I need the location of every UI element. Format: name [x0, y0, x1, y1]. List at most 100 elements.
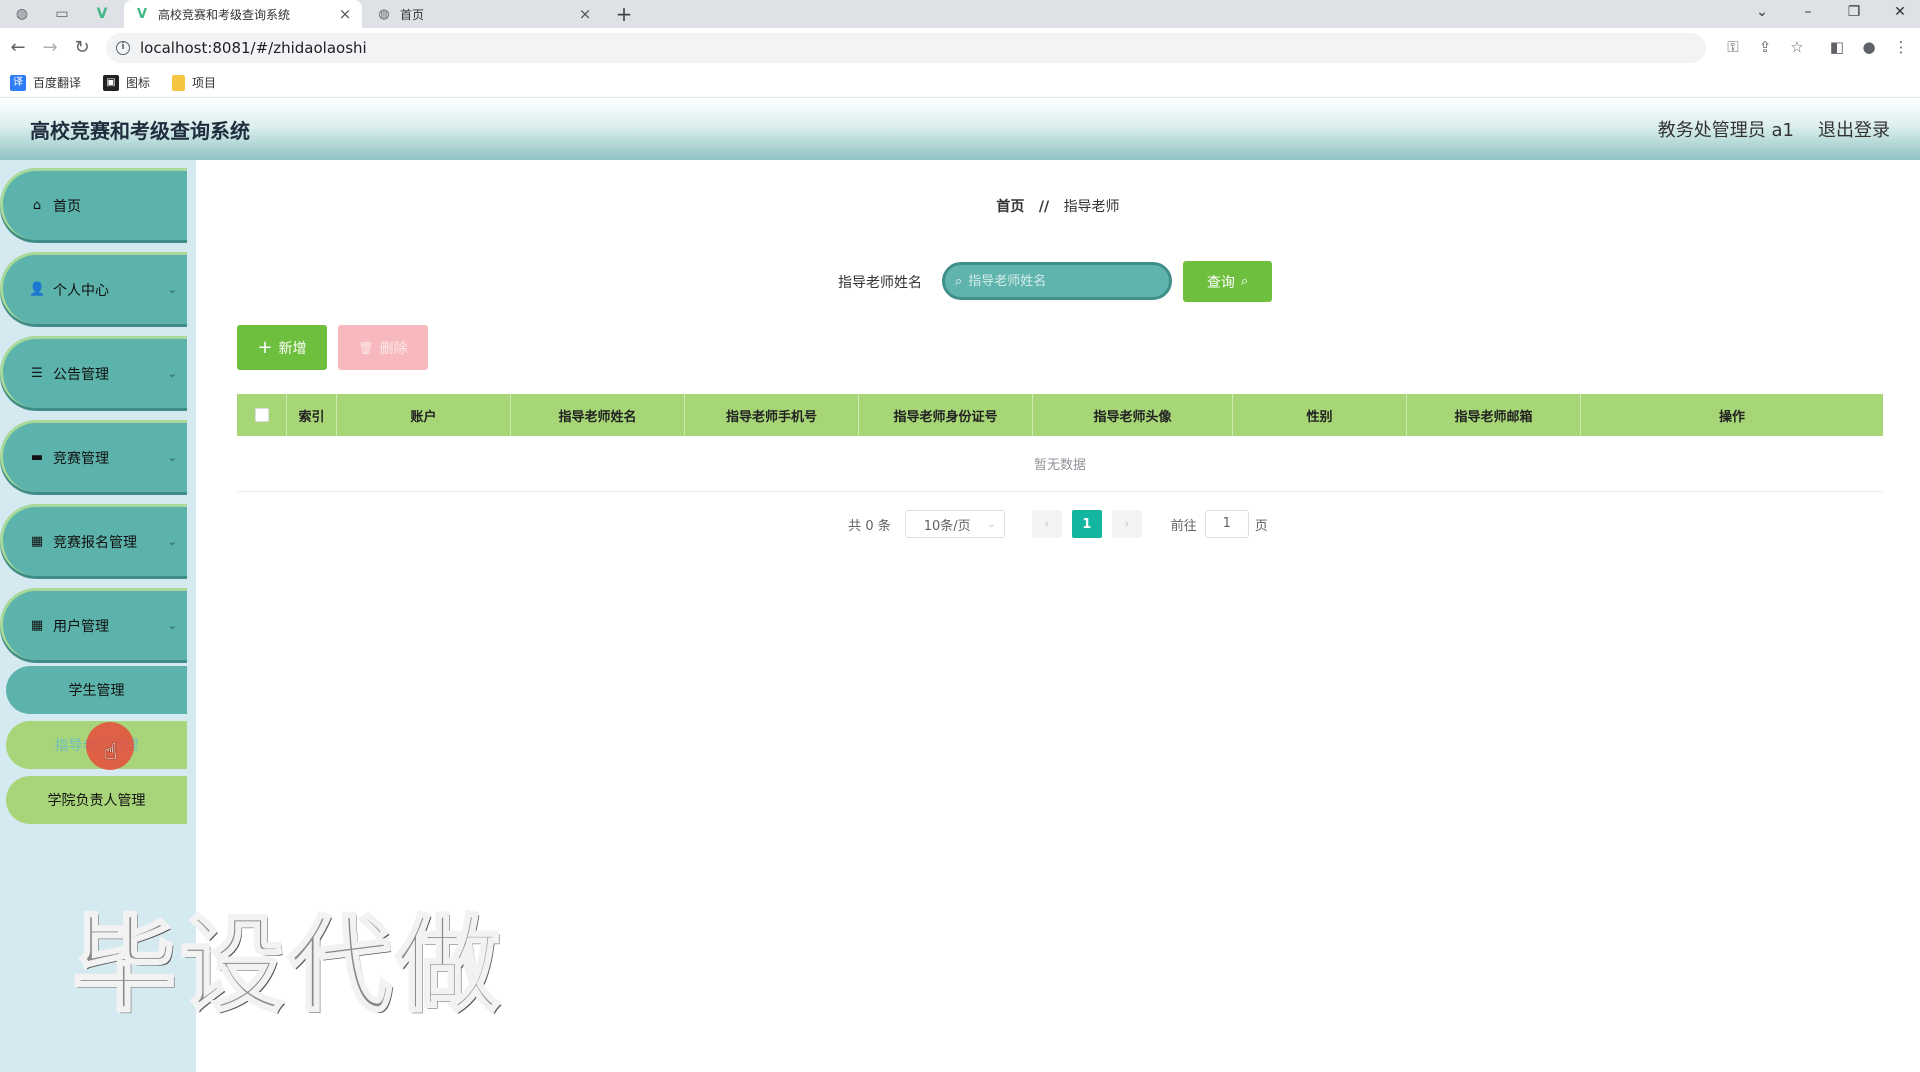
search-icon: ⌕	[955, 273, 963, 289]
star-icon[interactable]: ☆	[1786, 36, 1808, 58]
bookmark-baidu-translate[interactable]: 译 百度翻译	[10, 74, 81, 91]
sidebar-item-user-management[interactable]: ▦ 用户管理 ⌄	[0, 588, 187, 660]
page-number-current[interactable]: 1	[1071, 510, 1102, 538]
sidebar-subitem-label: 学院负责人管理	[47, 793, 146, 809]
browser-tab-bar: ◍ ▭ V V 高校竞赛和考级查询系统 × ◍ 首页 × + ⌄ – ❐ ✕	[0, 0, 1920, 28]
sidebar-subitem-label: 学生管理	[68, 683, 125, 699]
blank-tab-icon[interactable]: ▭	[52, 4, 72, 24]
chevron-down-icon: ⌄	[167, 283, 177, 296]
bookmark-label: 图标	[126, 76, 151, 90]
sidepanel-icon[interactable]: ◧	[1826, 36, 1848, 58]
column-header: 指导老师邮箱	[1407, 394, 1581, 436]
grid-icon: ▦	[30, 618, 44, 633]
tab-search-icon[interactable]: ⌄	[1742, 0, 1782, 28]
sidebar-subitem-college-heads[interactable]: 学院负责人管理	[6, 776, 187, 824]
teacher-name-input[interactable]	[968, 273, 1149, 289]
url-text: localhost:8081/#/zhidaolaoshi	[140, 39, 367, 57]
reload-icon[interactable]: ↻	[70, 36, 94, 60]
column-header: 指导老师姓名	[511, 394, 685, 436]
vue-icon[interactable]: V	[92, 4, 112, 24]
close-window-icon[interactable]: ✕	[1880, 0, 1920, 28]
site-info-icon[interactable]: i	[116, 41, 130, 55]
close-tab-icon[interactable]: ×	[336, 5, 354, 23]
tab-title: 首页	[400, 7, 425, 22]
back-icon[interactable]: ←	[6, 36, 30, 60]
bookmark-label: 项目	[192, 76, 217, 90]
globe-icon[interactable]: ◍	[12, 4, 32, 24]
sidebar-item-competitions[interactable]: ▬ 竞赛管理 ⌄	[0, 420, 187, 492]
sidebar-item-label: 竞赛管理	[53, 450, 109, 467]
column-header: 性别	[1233, 394, 1407, 436]
tab-title: 高校竞赛和考级查询系统	[158, 7, 291, 22]
plus-icon: +	[257, 337, 273, 358]
browser-tab-home[interactable]: ◍ 首页 ×	[366, 0, 602, 28]
sidebar-item-home[interactable]: ⌂ 首页	[0, 168, 187, 240]
column-select-all	[237, 394, 287, 436]
column-header: 指导老师身份证号	[859, 394, 1033, 436]
delete-button[interactable]: 🗑 删除	[338, 325, 428, 370]
search-input-wrapper[interactable]: ⌕	[942, 262, 1172, 300]
address-bar-row: ← → ↻ i localhost:8081/#/zhidaolaoshi	[0, 28, 1920, 68]
column-header: 索引	[287, 394, 337, 436]
table-header: 索引 账户 指导老师姓名 指导老师手机号 指导老师身份证号 指导老师头像 性别 …	[237, 394, 1883, 436]
column-header: 操作	[1718, 409, 1745, 425]
browser-tab-active[interactable]: V 高校竞赛和考级查询系统 ×	[124, 0, 362, 28]
pagination-total: 共 0 条	[848, 518, 891, 534]
goto-page-input[interactable]: 1	[1204, 510, 1249, 538]
sidebar-item-label: 用户管理	[53, 618, 109, 635]
column-header: 指导老师手机号	[685, 394, 859, 436]
profile-icon[interactable]: ●	[1858, 36, 1880, 58]
vue-favicon-icon: V	[136, 6, 148, 22]
translate-icon: 译	[10, 74, 26, 91]
sidebar-item-announcements[interactable]: ☰ 公告管理 ⌄	[0, 336, 187, 408]
logout-button[interactable]: 退出登录	[1818, 116, 1890, 142]
search-label: 指导老师姓名	[838, 275, 922, 291]
teacher-table: 索引 账户 指导老师姓名 指导老师手机号 指导老师身份证号 指导老师头像 性别 …	[237, 394, 1883, 492]
column-header: 账户	[337, 394, 511, 436]
chevron-up-icon: ⌄	[167, 619, 177, 632]
select-all-checkbox[interactable]	[254, 408, 269, 422]
pagination: 共 0 条 10条/页 ⌄ ‹ 1 › 前往 1 页	[196, 510, 1920, 538]
key-icon[interactable]: ⚿	[1722, 36, 1744, 58]
menu-dots-icon[interactable]: ⋮	[1890, 36, 1912, 58]
hand-cursor-icon: ☝	[104, 740, 118, 765]
image-icon: ▣	[103, 74, 120, 91]
sidebar-item-label: 个人中心	[53, 282, 109, 299]
sidebar-item-registrations[interactable]: ▦ 竞赛报名管理 ⌄	[0, 504, 187, 576]
bookmark-label: 百度翻译	[33, 76, 82, 90]
page-size-select[interactable]: 10条/页 ⌄	[904, 510, 1005, 538]
user-icon: 👤	[29, 282, 46, 297]
restore-icon[interactable]: ❐	[1834, 0, 1874, 28]
header-user-area: 教务处管理员 a1 退出登录	[1658, 116, 1890, 142]
sidebar-item-label: 首页	[53, 198, 81, 215]
breadcrumb-separator: //	[1038, 199, 1050, 215]
query-button[interactable]: 查询 ⌕	[1183, 261, 1272, 302]
sidebar-subitem-students[interactable]: 学生管理	[6, 666, 187, 714]
watermark: 毕设代做	[70, 903, 505, 1028]
breadcrumb: 首页 // 指导老师	[196, 196, 1920, 216]
query-button-label: 查询	[1206, 274, 1235, 291]
add-button[interactable]: + 新增	[237, 325, 327, 370]
bookmark-project[interactable]: 项目	[172, 74, 216, 91]
sidebar-item-personal-center[interactable]: 👤 个人中心 ⌄	[0, 252, 187, 324]
forward-icon[interactable]: →	[38, 36, 62, 60]
breadcrumb-home[interactable]: 首页	[996, 199, 1024, 215]
next-page-button[interactable]: ›	[1111, 510, 1142, 538]
trash-icon: 🗑	[358, 340, 374, 355]
url-field[interactable]: i localhost:8081/#/zhidaolaoshi	[106, 33, 1706, 63]
new-tab-icon[interactable]: +	[612, 2, 636, 26]
bookmark-icons[interactable]: ▣ 图标	[103, 74, 150, 91]
sliders-icon: ☰	[31, 366, 43, 381]
table-empty-state: 暂无数据	[237, 436, 1883, 492]
app-header: 高校竞赛和考级查询系统 教务处管理员 a1 退出登录	[0, 98, 1920, 160]
breadcrumb-current: 指导老师	[1063, 199, 1120, 215]
app-title: 高校竞赛和考级查询系统	[30, 118, 250, 143]
page-suffix: 页	[1254, 518, 1268, 534]
close-tab-icon[interactable]: ×	[576, 5, 594, 23]
minimize-icon[interactable]: –	[1788, 0, 1828, 28]
chevron-down-icon: ⌄	[987, 518, 996, 530]
share-icon[interactable]: ⇪	[1754, 36, 1776, 58]
bookmarks-bar: 译 百度翻译 ▣ 图标 项目	[0, 68, 1920, 98]
goto-label: 前往	[1170, 518, 1197, 534]
prev-page-button[interactable]: ‹	[1031, 510, 1062, 538]
